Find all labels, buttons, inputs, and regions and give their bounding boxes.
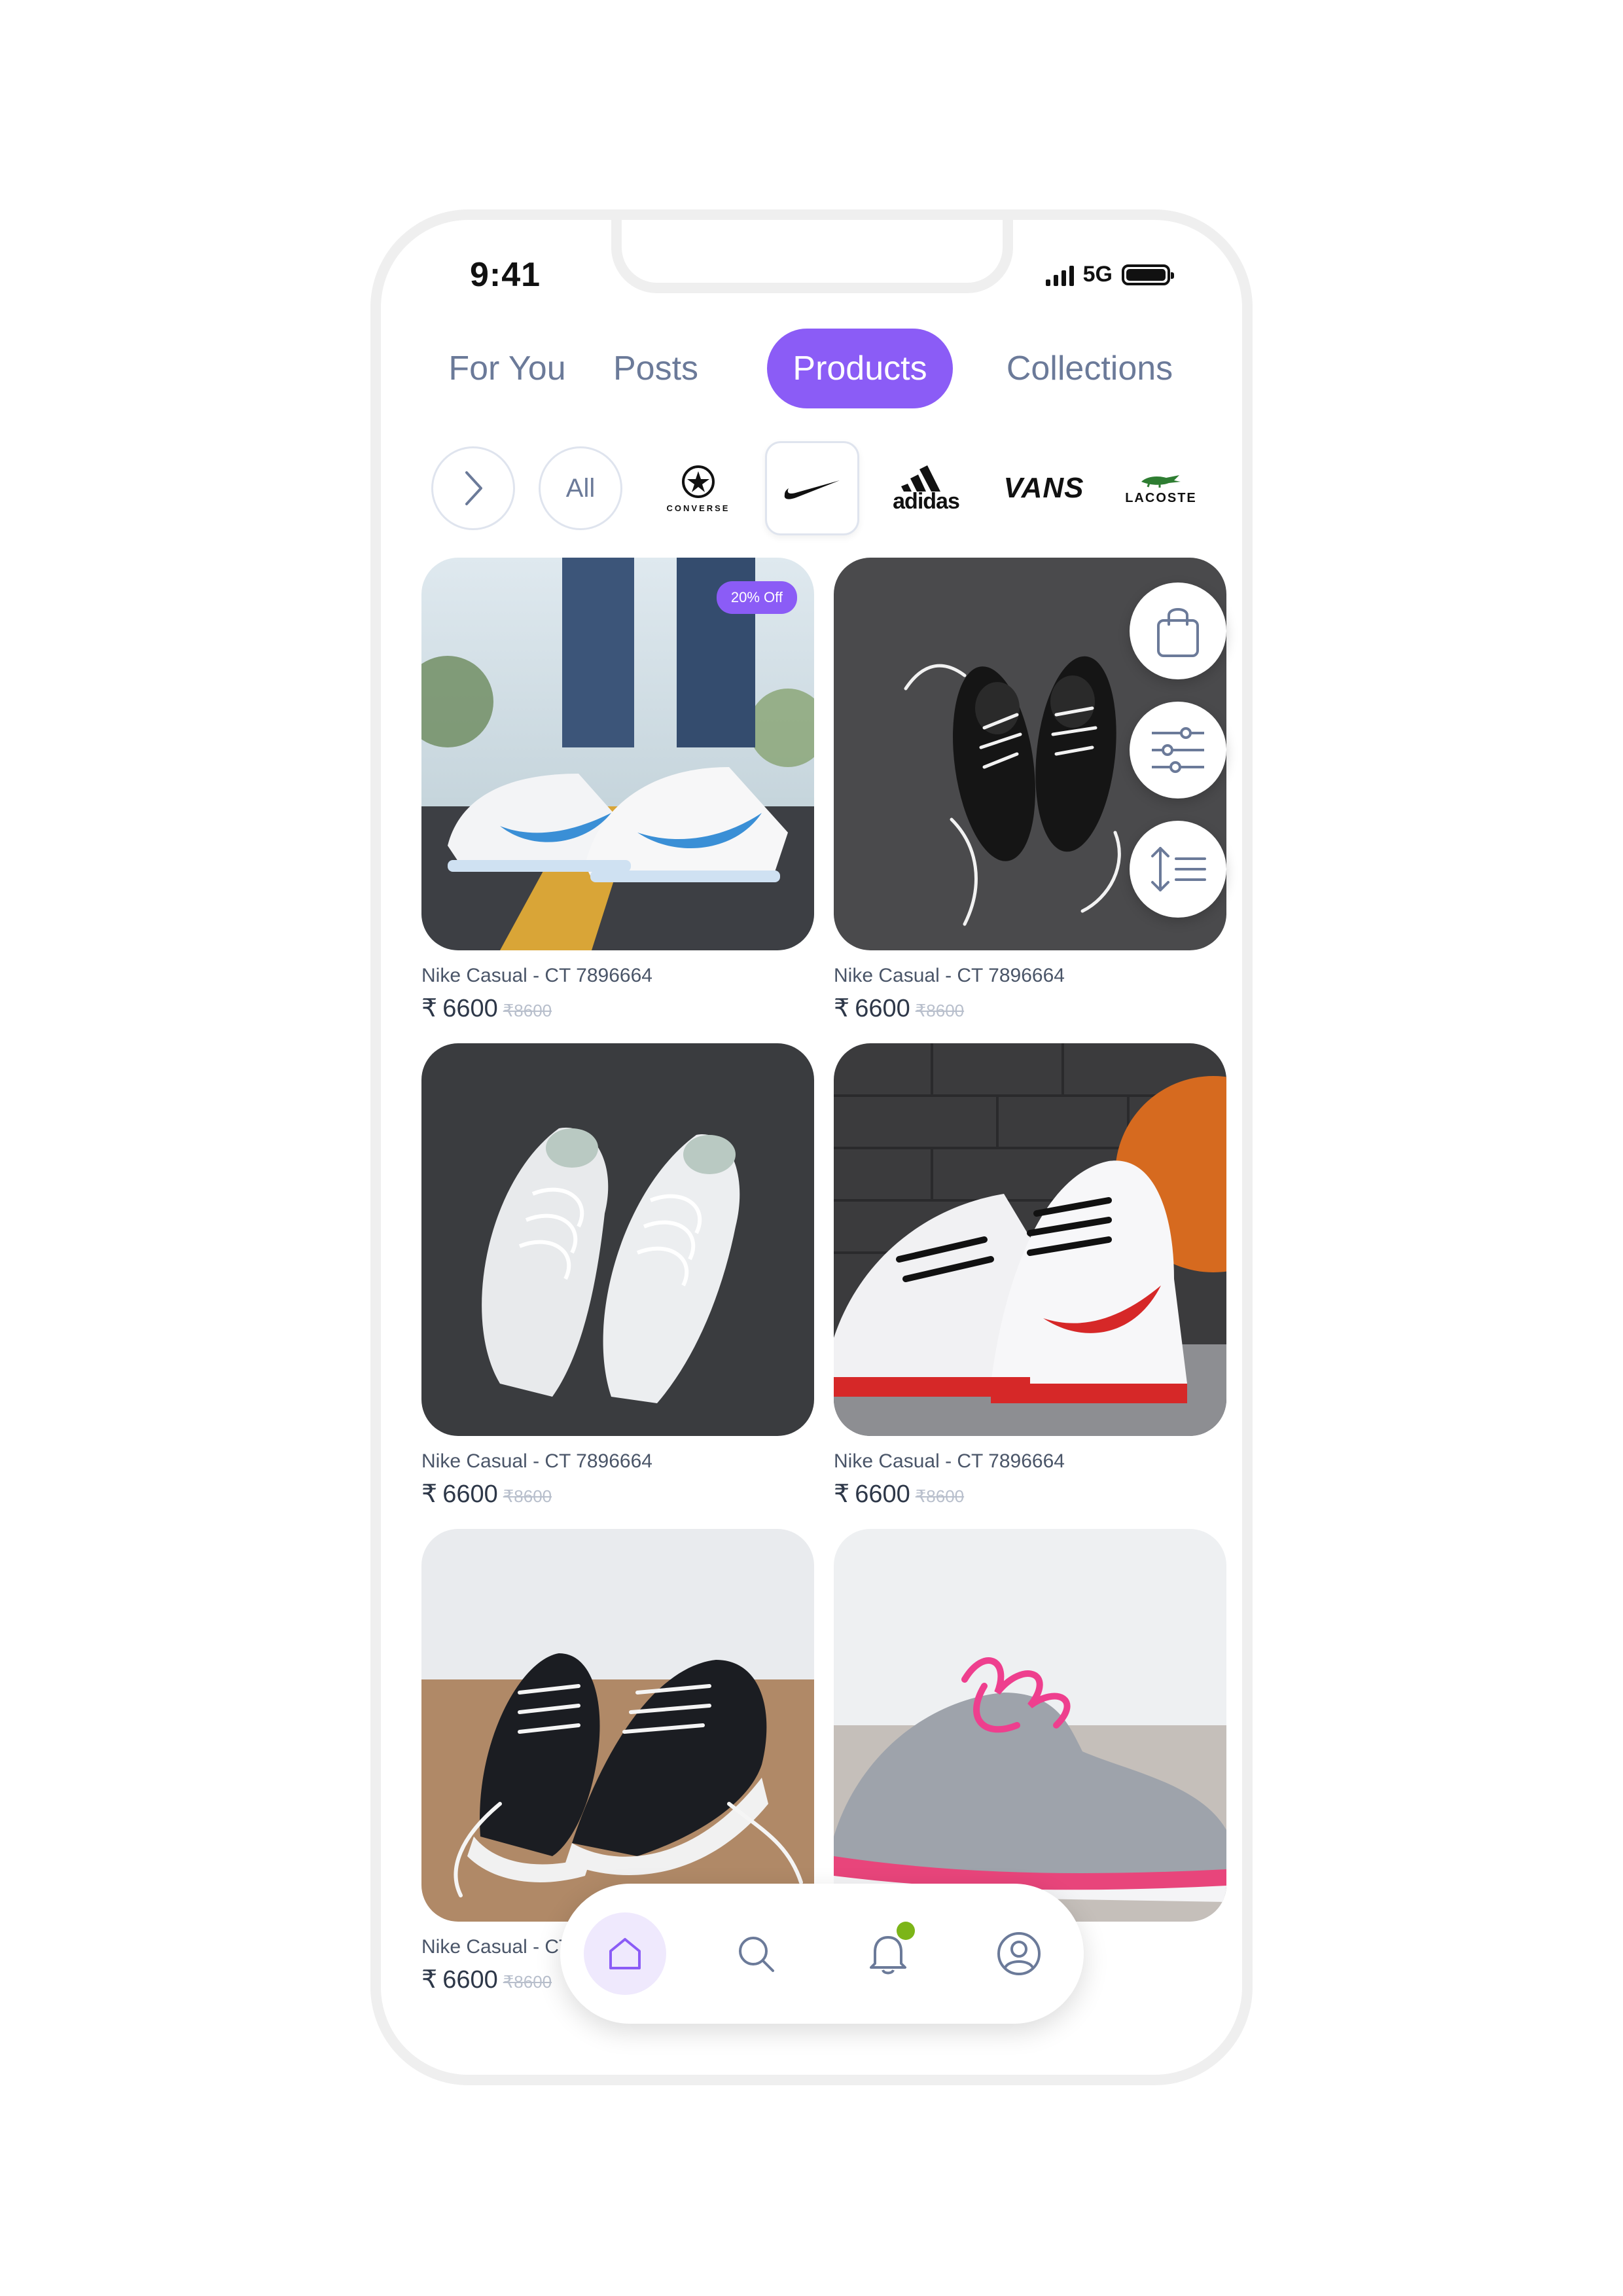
price-row: ₹ 6600 ₹8600: [834, 1479, 1226, 1509]
product-card[interactable]: Nike Casual - CT 7896664 ₹ 6600 ₹8600: [421, 1043, 814, 1509]
shopping-bag-icon: [1157, 608, 1199, 657]
product-old-price: ₹8600: [915, 1001, 965, 1020]
search-icon: [739, 1937, 774, 1972]
nav-profile-button[interactable]: [978, 1912, 1060, 1995]
product-old-price: ₹8600: [503, 1972, 552, 1992]
adidas-stripes-icon: [901, 465, 940, 492]
nike-swoosh-icon: [784, 480, 840, 499]
product-old-price: ₹8600: [503, 1486, 552, 1506]
nav-search-button[interactable]: [715, 1912, 797, 1995]
price-row: ₹ 6600 ₹8600: [834, 994, 1226, 1023]
lacoste-logo-text: LACOSTE: [1125, 490, 1197, 505]
crocodile-icon: [1141, 475, 1181, 488]
sort-icon: [1151, 847, 1206, 891]
sort-button[interactable]: [1130, 821, 1226, 918]
product-image[interactable]: [834, 1043, 1226, 1436]
currency-symbol: ₹: [421, 1966, 438, 1994]
product-price: 6600: [442, 995, 498, 1022]
notification-dot: [897, 1922, 915, 1940]
cart-button[interactable]: [1130, 583, 1226, 679]
phone-notch: [611, 220, 1013, 293]
adidas-logo-text: adidas: [893, 489, 960, 514]
product-image[interactable]: [421, 1529, 814, 1922]
network-label: 5G: [1082, 262, 1113, 287]
tab-products[interactable]: Products: [767, 329, 953, 408]
brand-next-button[interactable]: [431, 441, 516, 535]
brand-all-button[interactable]: All: [538, 441, 623, 535]
converse-logo-text: CONVERSE: [666, 503, 730, 513]
phone-frame: 9:41 5G For You Posts Products Collectio…: [370, 209, 1253, 2085]
brand-all-label: All: [539, 446, 622, 530]
sneaker-photo-grey-pink: [834, 1529, 1226, 1922]
discount-badge: 20% Off: [716, 581, 797, 614]
home-icon: [609, 1938, 641, 1969]
tab-for-you[interactable]: For You: [438, 329, 576, 408]
vans-logo-text: VANS: [1003, 472, 1084, 504]
battery-icon: [1122, 264, 1174, 285]
status-indicators: 5G: [1045, 262, 1174, 287]
sneaker-photo-white-blue: [421, 558, 814, 950]
price-row: ₹ 6600 ₹8600: [421, 1479, 814, 1509]
bottom-navigation: [560, 1884, 1084, 2024]
nav-notifications-button[interactable]: [847, 1912, 929, 1995]
chevron-right-icon: [465, 471, 482, 505]
sneaker-photo-black-canvas: [421, 1529, 814, 1922]
brand-adidas[interactable]: adidas: [877, 441, 975, 535]
product-old-price: ₹8600: [503, 1001, 552, 1020]
product-price: 6600: [855, 1480, 910, 1508]
product-card[interactable]: 20% Off Nike Casual - CT 7896664 ₹ 6600 …: [421, 558, 814, 1023]
brand-filter-row: All CONVERSE adidas VANS LACOSTE: [381, 441, 1242, 535]
product-title: Nike Casual - CT 7896664: [834, 1450, 1065, 1472]
brand-converse[interactable]: CONVERSE: [649, 441, 747, 535]
currency-symbol: ₹: [421, 995, 438, 1022]
product-price: 6600: [855, 995, 910, 1022]
product-price: 6600: [442, 1966, 498, 1994]
tab-posts[interactable]: Posts: [603, 329, 708, 408]
currency-symbol: ₹: [834, 1480, 850, 1508]
converse-star-icon: [682, 465, 715, 498]
signal-icon: [1045, 264, 1074, 286]
sneaker-photo-white-knit: [421, 1043, 814, 1436]
currency-symbol: ₹: [421, 1480, 438, 1508]
currency-symbol: ₹: [834, 995, 850, 1022]
product-title: Nike Casual - CT 7896664: [421, 965, 652, 986]
sneaker-photo-red-white-high-top: [834, 1043, 1226, 1436]
tab-collections[interactable]: Collections: [982, 329, 1198, 408]
price-row: ₹ 6600 ₹8600: [421, 994, 814, 1023]
product-title: Nike Casual - CT 7896664: [421, 1450, 652, 1472]
filter-button[interactable]: [1130, 702, 1226, 798]
tab-bar: For You Posts Products Collections: [381, 329, 1242, 408]
product-card[interactable]: [834, 1529, 1226, 1922]
profile-icon: [997, 1932, 1041, 1975]
status-time: 9:41: [470, 256, 541, 294]
product-old-price: ₹8600: [915, 1486, 965, 1506]
filter-sliders-icon: [1152, 727, 1204, 773]
product-title: Nike Casual - CT 7896664: [834, 965, 1065, 986]
product-price: 6600: [442, 1480, 498, 1508]
brand-lacoste[interactable]: LACOSTE: [1109, 441, 1213, 535]
brand-nike[interactable]: [763, 441, 861, 535]
product-image[interactable]: [421, 1043, 814, 1436]
product-image[interactable]: [834, 1529, 1226, 1922]
brand-vans[interactable]: VANS: [995, 441, 1093, 535]
product-image[interactable]: 20% Off: [421, 558, 814, 950]
nav-home-button[interactable]: [584, 1912, 666, 1995]
product-card[interactable]: Nike Casual - CT 7896664 ₹ 6600 ₹8600: [834, 1043, 1226, 1509]
